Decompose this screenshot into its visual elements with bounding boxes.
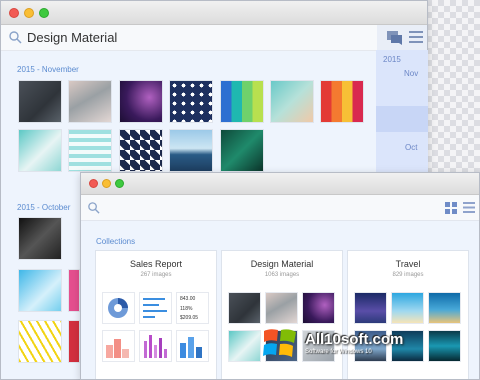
photo-thumb[interactable] <box>68 320 80 363</box>
photo-thumb[interactable] <box>119 129 163 172</box>
collection-count: 1063 images <box>264 272 300 278</box>
stat-value: $209.05 <box>180 315 199 321</box>
month-header: 2015 - November <box>17 65 79 74</box>
collection-card[interactable]: Sales Report 267 images 843.00 118% $209… <box>95 250 217 379</box>
watermark-subtitle: Software for Windows 10 <box>305 349 372 355</box>
photo-thumb[interactable] <box>169 129 213 172</box>
timeline-month[interactable]: Oct <box>405 143 417 152</box>
collection-thumb <box>139 330 172 362</box>
menu-icon[interactable] <box>409 31 423 43</box>
zoom-window-button[interactable] <box>39 8 49 18</box>
search-query[interactable]: Design Material <box>27 30 117 45</box>
timeline-selection[interactable] <box>376 106 428 132</box>
collection-name: Travel <box>395 259 421 269</box>
menu-icon[interactable] <box>463 202 475 213</box>
collection-card[interactable]: Travel 829 images <box>347 250 469 379</box>
collection-thumb <box>102 330 135 362</box>
collection-thumb <box>228 292 261 324</box>
collection-name: Sales Report <box>129 259 183 269</box>
month-header: 2015 - October <box>17 203 71 212</box>
search-bar[interactable] <box>81 195 479 221</box>
photo-thumb[interactable] <box>320 80 364 123</box>
photo-thumb[interactable] <box>68 269 80 312</box>
photo-thumb[interactable] <box>18 320 62 363</box>
search-bar[interactable]: Design Material <box>1 25 377 51</box>
collection-thumb <box>428 292 461 324</box>
search-icon[interactable] <box>87 201 100 214</box>
windows-logo-icon <box>263 329 296 357</box>
collection-count: 829 images <box>392 272 424 278</box>
collection-thumb <box>139 292 172 324</box>
photo-thumb[interactable] <box>18 269 62 312</box>
search-icon[interactable] <box>8 30 22 44</box>
section-title: Collections <box>96 237 136 246</box>
stat-value: 843.00 <box>180 296 196 302</box>
titlebar <box>81 173 479 195</box>
collection-thumb <box>265 292 298 324</box>
collection-card[interactable]: Design Material 1063 images <box>221 250 343 379</box>
photo-thumb[interactable] <box>68 80 112 123</box>
grid-view-icon[interactable] <box>445 202 457 214</box>
collection-thumb <box>354 292 387 324</box>
stat-value: 118% <box>180 306 193 312</box>
collection-thumb <box>176 330 209 362</box>
photo-thumb[interactable] <box>18 217 62 260</box>
minimize-window-button[interactable] <box>102 179 111 188</box>
watermark-title: All10soft.com <box>305 331 404 348</box>
photo-thumb[interactable] <box>119 80 163 123</box>
photo-thumb[interactable] <box>220 129 264 172</box>
photo-thumb[interactable] <box>220 80 264 123</box>
photo-thumb[interactable] <box>18 80 62 123</box>
titlebar <box>1 1 427 25</box>
minimize-window-button[interactable] <box>24 8 34 18</box>
collection-thumb <box>428 330 461 362</box>
photo-thumb[interactable] <box>18 129 62 172</box>
close-window-button[interactable] <box>89 179 98 188</box>
collection-thumb <box>302 292 335 324</box>
desktop-background: Design Material 2015 - November 2015 - O… <box>0 0 480 380</box>
photo-thumb[interactable] <box>169 80 213 123</box>
collection-thumb: 843.00 118% $209.05 <box>176 292 209 324</box>
photo-thumb[interactable] <box>270 80 314 123</box>
close-window-button[interactable] <box>9 8 19 18</box>
collection-thumb <box>391 292 424 324</box>
timeline-year[interactable]: 2015 <box>383 55 401 64</box>
collection-name: Design Material <box>250 259 314 269</box>
photo-thumb[interactable] <box>68 129 112 172</box>
comments-icon[interactable] <box>387 31 403 45</box>
collection-thumb <box>102 292 135 324</box>
collection-thumb <box>228 330 261 362</box>
zoom-window-button[interactable] <box>115 179 124 188</box>
collection-count: 267 images <box>140 272 172 278</box>
timeline-month[interactable]: Nov <box>404 69 418 78</box>
